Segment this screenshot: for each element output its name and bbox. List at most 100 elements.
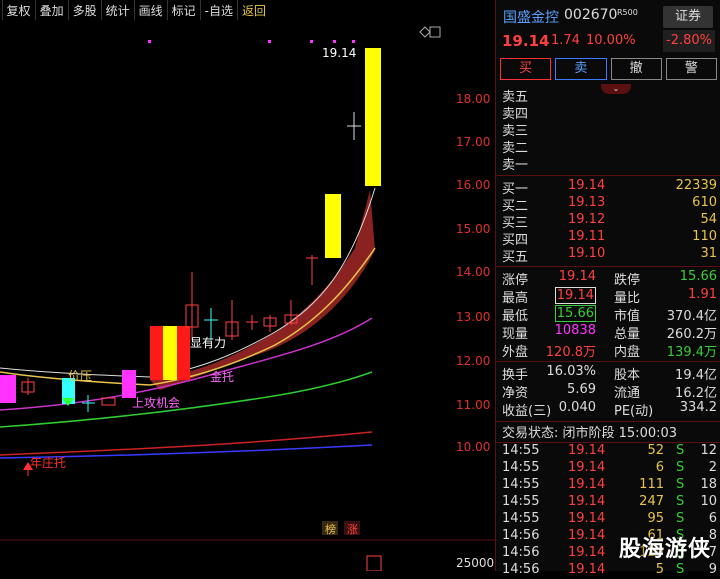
signal-dot xyxy=(310,40,313,43)
kline-svg xyxy=(0,26,495,571)
stat-label: 跌停 xyxy=(614,273,641,288)
tag-label: 榜 xyxy=(325,523,336,536)
sell-button[interactable]: 卖 xyxy=(555,58,607,80)
bid-row[interactable]: 买三 19.12 54 xyxy=(496,212,720,231)
tick-time: 14:55 xyxy=(502,443,540,458)
trade-status-text: 交易状态: 闭市阶段 15:00:03 xyxy=(502,426,678,441)
stat-label: 股本 xyxy=(614,368,641,383)
signal-dot xyxy=(352,40,355,43)
candle-yellow xyxy=(325,194,341,258)
sector-tag[interactable]: 证券 xyxy=(663,6,713,28)
stats-table-2: 换手 16.03% 股本 19.4亿 净资 5.69 流通 16.2亿 收益(三) 0.040 PE… xyxy=(496,361,720,419)
tag-label: 涨 xyxy=(347,523,358,536)
tick-time: 14:55 xyxy=(502,477,540,492)
stat-label: 流通 xyxy=(614,386,641,401)
price-axis-label: 12.00 xyxy=(456,354,491,368)
stat-row: 最高 19.14 量比 1.91 xyxy=(496,287,720,306)
kline-chart[interactable]: 复权 叠加 多股 统计 画线 标记 -自选 返回 19.14 显有力 价压 上攻… xyxy=(0,0,495,571)
candle-marker xyxy=(163,326,177,380)
volume-axis-label: 25000 xyxy=(456,556,495,570)
bid-price: 19.10 xyxy=(568,246,606,261)
price-change: 1.74 xyxy=(551,33,580,48)
price-axis-label: 15.00 xyxy=(456,222,491,236)
tick-time: 14:56 xyxy=(502,562,540,577)
tick-volume: 111 xyxy=(639,477,664,492)
bid-row[interactable]: 买五 19.10 31 xyxy=(496,246,720,265)
tick-row: 14:55 19.14 111 S 18 xyxy=(496,477,720,494)
square-icon[interactable] xyxy=(429,26,441,38)
price-axis-label: 11.00 xyxy=(456,398,491,412)
stat-label: 总量 xyxy=(614,327,641,342)
diamond-icon[interactable] xyxy=(419,26,431,38)
stat-value: 19.4亿 xyxy=(675,368,717,383)
tick-count: 9 xyxy=(708,562,717,577)
stat-label: 现量 xyxy=(502,327,529,342)
stat-label: 量比 xyxy=(614,291,641,306)
ask-row[interactable]: 卖五 xyxy=(496,86,720,105)
bid-row[interactable]: 买二 19.13 610 xyxy=(496,195,720,214)
stat-value: 260.2万 xyxy=(666,327,717,342)
tick-row: 14:55 19.14 247 S 10 xyxy=(496,494,720,511)
tick-count: 2 xyxy=(708,460,717,475)
high-price-label: 19.14 xyxy=(322,46,357,60)
ask-row[interactable]: 卖一 xyxy=(496,154,720,173)
annotation-text: 价压 xyxy=(68,369,93,383)
stock-name[interactable]: 国盛金控 xyxy=(503,7,559,27)
stat-label: 最低 xyxy=(502,309,529,324)
candle xyxy=(0,375,16,403)
stat-value: 19.14 xyxy=(558,269,596,284)
stat-value: 0.040 xyxy=(558,400,596,415)
tick-count: 12 xyxy=(700,443,717,458)
stat-label: 净资 xyxy=(502,386,529,401)
tick-price: 19.14 xyxy=(568,460,606,475)
price-axis-label: 18.00 xyxy=(456,92,491,106)
stat-value: 15.66 xyxy=(679,269,717,284)
tick-side: S xyxy=(676,477,685,492)
tick-count: 6 xyxy=(708,511,717,526)
stats-table: 涨停 19.14 跌停 15.66 最高 19.14 量比 1.91 最低 15.66 市值 370.… xyxy=(496,266,720,360)
tick-side: S xyxy=(676,460,685,475)
tick-count: 10 xyxy=(700,494,717,509)
annotation-text: 上攻机会 xyxy=(132,396,181,410)
tick-price: 19.14 xyxy=(568,545,606,560)
stat-label: 外盘 xyxy=(502,345,529,360)
bid-row[interactable]: 买四 19.11 110 xyxy=(496,229,720,248)
tick-price: 19.14 xyxy=(568,511,606,526)
bid-label: 买五 xyxy=(502,250,529,265)
price-row: 19.14 1.74 10.00% -2.80% xyxy=(496,30,720,54)
tick-count: 18 xyxy=(700,477,717,492)
tick-side: S xyxy=(676,443,685,458)
stat-row: 最低 15.66 市值 370.4亿 xyxy=(496,305,720,324)
annotation-text: 显有力 xyxy=(190,336,227,350)
stat-label: 最高 xyxy=(502,291,529,306)
bid-row[interactable]: 买一 19.14 22339 xyxy=(496,178,720,197)
stat-label: 市值 xyxy=(614,309,641,324)
tick-price: 19.14 xyxy=(568,528,606,543)
tick-volume: 95 xyxy=(647,511,664,526)
signal-dot xyxy=(268,40,271,43)
stat-value: 5.69 xyxy=(567,382,596,397)
sector-pct: -2.80% xyxy=(663,30,715,52)
alert-button[interactable]: 警 xyxy=(665,58,717,80)
signal-dot xyxy=(333,40,336,43)
buy-button[interactable]: 买 xyxy=(500,58,552,80)
trade-buttons: 买 卖 撤 警 xyxy=(496,54,720,80)
tick-price: 19.14 xyxy=(568,477,606,492)
bid-volume: 610 xyxy=(692,195,717,210)
cancel-button[interactable]: 撤 xyxy=(610,58,662,80)
bid-volume: 31 xyxy=(700,246,717,261)
bid-price: 19.14 xyxy=(568,178,606,193)
tick-time: 14:56 xyxy=(502,528,540,543)
stock-code: 002670 xyxy=(564,7,618,23)
stat-value: 139.4万 xyxy=(666,345,717,360)
tick-volume: 52 xyxy=(647,443,664,458)
bid-volume: 22339 xyxy=(675,178,717,193)
tick-row: 14:55 19.14 95 S 6 xyxy=(496,511,720,528)
tick-row: 14:55 19.14 6 S 2 xyxy=(496,460,720,477)
signal-dot xyxy=(148,40,151,43)
stat-label: 收益(三) xyxy=(502,404,552,419)
ask-row[interactable]: 卖三 xyxy=(496,120,720,139)
tick-price: 19.14 xyxy=(568,562,606,577)
ask-row[interactable]: 卖二 xyxy=(496,137,720,156)
ask-row[interactable]: 卖四 xyxy=(496,103,720,122)
